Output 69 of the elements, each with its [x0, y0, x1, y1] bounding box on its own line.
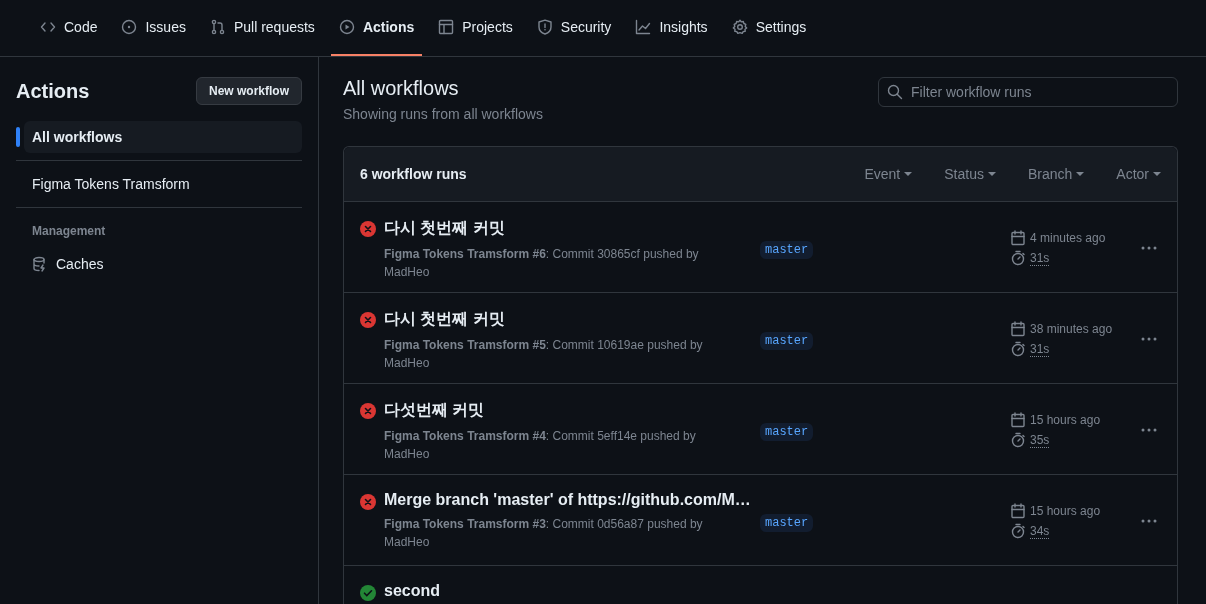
kebab-icon — [1141, 428, 1157, 432]
run-description: Figma Tokens Tramsform #3: Commit 0d56a87 pushed by MadHeo — [384, 516, 704, 551]
caret-icon — [1153, 172, 1161, 176]
kebab-icon — [1141, 246, 1157, 250]
run-duration: 31s — [1030, 341, 1050, 357]
filter-dropdown[interactable]: Branch — [1027, 166, 1085, 182]
section-heading: Management — [31, 224, 107, 238]
selection-indicator — [16, 127, 20, 147]
nav-tab[interactable]: Code — [32, 0, 106, 56]
run-title[interactable]: 다시 첫번째 커밋 — [384, 309, 724, 330]
run-time: 4 minutes ago — [1030, 231, 1106, 245]
run-duration: 34s — [1030, 523, 1050, 539]
stopwatch-icon — [1010, 432, 1026, 448]
search-icon — [887, 84, 903, 100]
run-time: 15 hours ago — [1030, 413, 1101, 427]
run-duration: 35s — [1030, 432, 1050, 448]
nav-tab[interactable]: Issues — [113, 0, 194, 56]
stopwatch-icon — [1010, 341, 1026, 357]
nav-tab[interactable]: Security — [528, 0, 620, 56]
database-icon — [32, 256, 48, 272]
caret-icon — [987, 172, 996, 176]
sidebar-item[interactable]: All workflows — [24, 121, 302, 153]
filter-dropdown[interactable]: Status — [944, 166, 996, 182]
run-duration: 31s — [1030, 250, 1050, 266]
pull-request-icon — [209, 19, 226, 35]
nav-tab[interactable]: Settings — [723, 0, 815, 56]
branch-label[interactable]: master — [760, 332, 814, 350]
calendar-icon — [1010, 503, 1026, 519]
sidebar-title: Actions — [16, 79, 90, 103]
kebab-icon — [1141, 519, 1157, 523]
run-title[interactable]: 다시 첫번째 커밋 — [384, 218, 724, 239]
page-subtitle: Showing runs from all workflows — [343, 106, 543, 122]
run-title[interactable]: second — [384, 582, 440, 600]
filter-dropdown[interactable]: Actor — [1116, 166, 1161, 182]
branch-label[interactable]: master — [760, 241, 814, 259]
new-workflow-button[interactable]: New workflow — [196, 77, 302, 105]
calendar-icon — [1010, 230, 1026, 246]
run-time: 38 minutes ago — [1030, 322, 1113, 336]
run-title[interactable]: Merge branch 'master' of https://github.com/M… — [384, 491, 751, 509]
run-title[interactable]: 다섯번째 커밋 — [384, 400, 724, 421]
nav-tab[interactable]: Pull requests — [201, 0, 323, 56]
page-title: All workflows — [343, 77, 460, 100]
run-description: Figma Tokens Tramsform #6: Commit 30865cf pushed by MadHeo — [384, 246, 700, 281]
graph-icon — [635, 19, 652, 35]
settings-icon — [731, 19, 748, 35]
nav-tab[interactable]: Projects — [430, 0, 521, 56]
table-icon — [438, 19, 455, 35]
caret-icon — [904, 172, 913, 176]
sidebar-item[interactable]: Caches — [16, 248, 302, 280]
branch-label[interactable]: master — [760, 514, 814, 532]
runs-count: 6 workflow runs — [360, 166, 468, 182]
filter-dropdown[interactable]: Event — [864, 166, 913, 182]
play-icon — [338, 19, 355, 35]
run-description: Figma Tokens Tramsform #4: Commit 5eff14e pushed by MadHeo — [384, 428, 697, 463]
sidebar-item[interactable]: Figma Tokens Tramsform — [16, 168, 302, 200]
shield-icon — [536, 19, 553, 35]
kebab-icon — [1141, 337, 1157, 341]
run-description: Figma Tokens Tramsform #5: Commit 10619ae pushed by MadHeo — [384, 337, 704, 372]
calendar-icon — [1010, 321, 1026, 337]
run-time: 15 hours ago — [1030, 504, 1101, 518]
nav-tab[interactable]: Actions — [330, 0, 423, 56]
stopwatch-icon — [1010, 250, 1026, 266]
caret-icon — [1076, 172, 1085, 176]
circle-dot-icon — [121, 19, 138, 35]
branch-label[interactable]: master — [760, 423, 814, 441]
calendar-icon — [1010, 412, 1026, 428]
stopwatch-icon — [1010, 523, 1026, 539]
filter-search-field[interactable]: Filter workflow runs — [878, 77, 1178, 107]
nav-tab[interactable]: Insights — [627, 0, 716, 56]
